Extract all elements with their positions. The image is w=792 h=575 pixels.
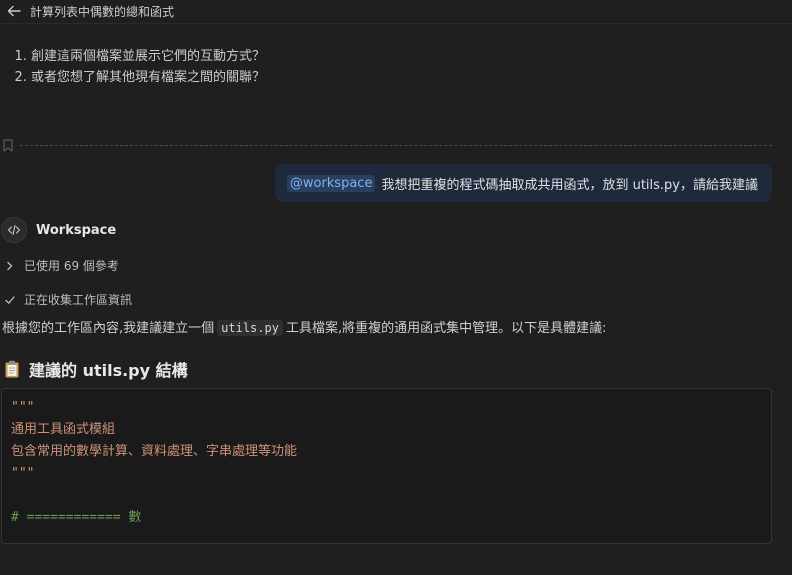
section-title: 建議的 utils.py 結構 [29,361,188,380]
code-line: """ [11,400,35,415]
chevron-right-icon [7,261,13,270]
code-block[interactable]: """ 通用工具函式模組 包含常用的數學計算、資料處理、字串處理等功能 """ … [1,388,772,544]
status-label: 正在收集工作區資訊 [24,293,133,307]
bookmark-icon[interactable] [3,139,13,152]
question-list: 創建這兩個檔案並展示它們的互動方式？ 或者您想了解其他現有檔案之間的關聯？ [0,46,265,88]
assistant-name: Workspace [36,223,117,238]
progress-status: 正在收集工作區資訊 [4,291,132,308]
chat-header: 計算列表中偶數的總和函式 [0,0,792,24]
list-item: 或者您想了解其他現有檔案之間的關聯？ [31,67,265,88]
section-heading: 建議的 utils.py 結構 [4,357,188,381]
check-icon [5,295,15,304]
checkpoint-divider [20,145,772,146]
clipboard-icon [5,360,19,378]
user-message-text: 我想把重複的程式碼抽取成共用函式，放到 utils.py，請給我建議 [381,177,758,193]
response-intro: 根據您的工作區內容,我建議建立一個 utils.py 工具檔案,將重複的通用函式集中… [2,318,606,339]
references-label: 已使用 69 個參考 [24,259,119,273]
code-line: 通用工具函式模組 [11,422,116,437]
list-item: 創建這兩個檔案並展示它們的互動方式？ [31,46,265,67]
chat-title: 計算列表中偶數的總和函式 [30,5,175,19]
arrow-left-icon[interactable] [6,3,22,19]
workspace-avatar [1,217,27,243]
user-message-bubble: @workspace 我想把重複的程式碼抽取成共用函式，放到 utils.py，… [274,164,772,202]
code-icon [7,224,21,236]
workspace-mention[interactable]: @workspace [286,174,376,192]
intro-text: 根據您的工作區內容,我建議建立一個 [2,321,215,336]
chat-panel: 計算列表中偶數的總和函式 創建這兩個檔案並展示它們的互動方式？ 或者您想了解其他… [0,0,792,575]
inline-code-filename: utils.py [217,320,283,336]
code-line: """ [11,466,35,481]
code-line: 包含常用的數學計算、資料處理、字串處理等功能 [11,444,298,459]
code-line: # ============ 數 [11,510,142,525]
references-toggle[interactable]: 已使用 69 個參考 [4,257,119,274]
intro-text-after: 工具檔案,將重複的通用函式集中管理。以下是具體建議: [285,321,607,336]
